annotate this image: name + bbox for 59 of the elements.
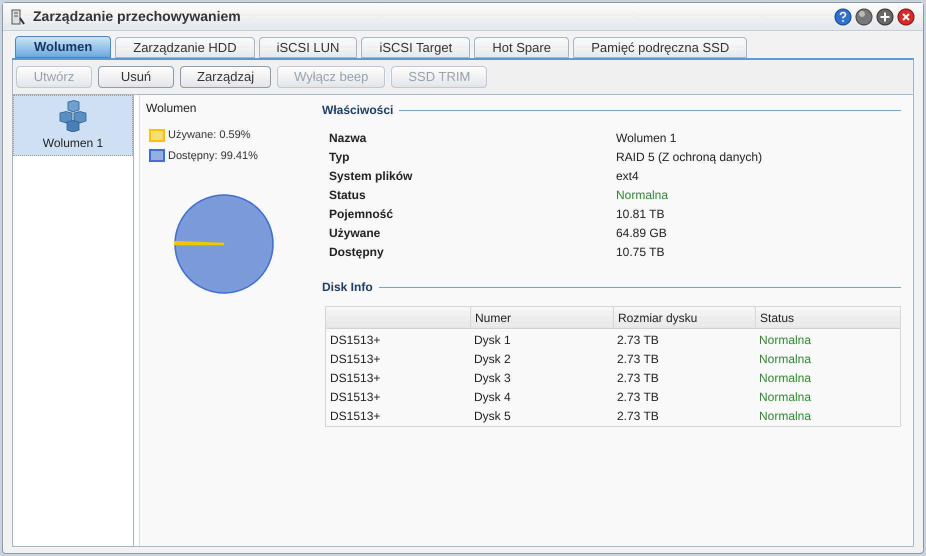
property-name: Używane	[329, 224, 382, 242]
table-cell-text: 2.73 TB	[616, 408, 660, 424]
property-value: ext4	[616, 168, 639, 184]
tab[interactable]: Zarządzanie HDD	[115, 37, 255, 58]
toolbar-button[interactable]: Usuń	[98, 66, 174, 88]
tab[interactable]: Wolumen	[15, 36, 112, 58]
column-header: Rozmiar dysku	[613, 307, 755, 328]
minimize-icon[interactable]	[855, 8, 873, 26]
property-value: RAID 5 (Z ochroną danych)	[616, 148, 762, 166]
tab[interactable]: Hot Spare	[474, 37, 570, 58]
property-value: Normalna	[616, 186, 668, 204]
column-header: Numer	[470, 307, 613, 328]
cubes-icon	[57, 100, 89, 132]
table-cell-text: Normalna	[758, 388, 812, 406]
property-name: Status	[329, 186, 367, 204]
property-name: Dostępny	[329, 244, 385, 260]
table-cell-text: DS1513+	[329, 332, 382, 348]
table-cell-text: Normalna	[758, 408, 812, 424]
table-cell-text: Dysk 4	[473, 388, 512, 406]
table-cell-text: 2.73 TB	[616, 350, 660, 368]
column-header: Status	[755, 307, 900, 328]
property-name: Nazwa	[329, 130, 368, 146]
table-cell-text: Dysk 3	[473, 370, 512, 386]
section-title: Właściwości	[322, 102, 394, 119]
toolbar-button[interactable]: Zarządzaj	[180, 66, 272, 88]
property-value: 10.75 TB	[616, 244, 664, 260]
storage-icon	[11, 8, 25, 24]
maximize-icon[interactable]	[876, 8, 894, 26]
table-cell-text: Dysk 2	[473, 350, 512, 368]
tab[interactable]: Pamięć podręczna SSD	[573, 37, 748, 58]
table-cell-text: 2.73 TB	[616, 370, 660, 386]
legend-label: Dostępny: 99.41%	[168, 148, 258, 164]
table-cell-text: DS1513+	[329, 350, 382, 368]
help-icon[interactable]	[834, 8, 852, 26]
property-value: 10.81 TB	[616, 206, 664, 222]
property-value: Wolumen 1	[616, 130, 676, 146]
legend-label: Używane: 0.59%	[168, 128, 251, 143]
chart-title: Wolumen	[146, 100, 198, 117]
tab[interactable]: iSCSI LUN	[258, 37, 358, 58]
window-title: Zarządzanie przechowywaniem	[33, 7, 241, 26]
table-cell-text: 2.73 TB	[616, 332, 660, 348]
table-cell-text: Normalna	[758, 350, 812, 368]
table-cell-text: Dysk 1	[473, 332, 512, 348]
property-name: Typ	[329, 148, 350, 166]
table-cell-text: DS1513+	[329, 408, 382, 424]
volume-item[interactable]: Wolumen 1	[13, 95, 133, 156]
table-cell-text: Normalna	[758, 332, 812, 348]
table-cell-text: Normalna	[758, 370, 812, 386]
tab[interactable]: iSCSI Target	[361, 37, 470, 58]
property-value: 64.89 GB	[616, 224, 667, 242]
section-title: Disk Info	[322, 279, 373, 296]
table-cell-text: DS1513+	[329, 370, 382, 386]
table-cell-text: DS1513+	[329, 388, 382, 406]
close-icon[interactable]	[897, 8, 915, 26]
property-name: Pojemność	[329, 206, 394, 222]
property-name: System plików	[329, 168, 414, 184]
table-cell-text: 2.73 TB	[616, 388, 660, 406]
table-cell-text: Dysk 5	[473, 408, 512, 424]
volume-label: Wolumen 1	[42, 135, 104, 152]
